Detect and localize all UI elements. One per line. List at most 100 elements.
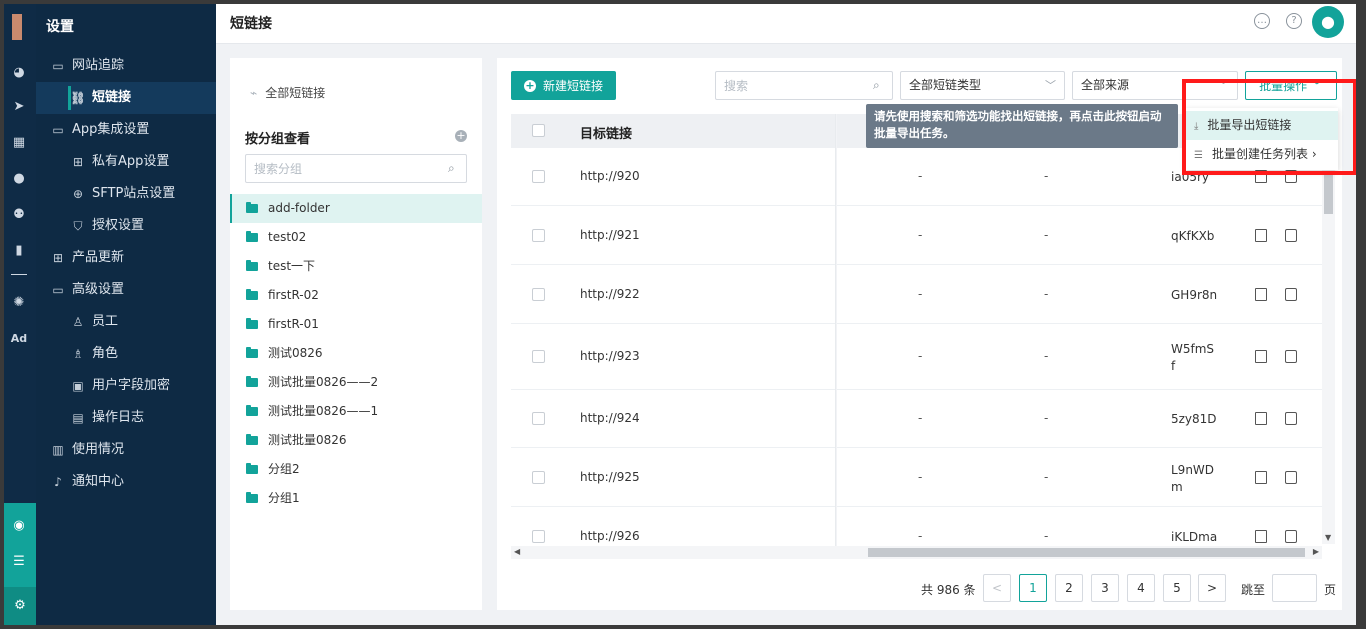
edit-icon[interactable] [1255, 471, 1267, 484]
vertical-scroll-thumb[interactable] [1324, 174, 1333, 214]
prev-page-button[interactable]: < [983, 574, 1011, 602]
page-button-4[interactable]: 4 [1127, 574, 1155, 602]
person-icon[interactable]: ● [10, 170, 28, 188]
bar-chart-icon[interactable]: ▮ [10, 242, 28, 260]
edit-icon[interactable] [1255, 229, 1267, 242]
horizontal-scroll-thumb[interactable] [868, 548, 1305, 557]
row-checkbox[interactable] [532, 229, 545, 242]
next-page-button[interactable]: > [1198, 574, 1226, 602]
folder-icon: ▭ [52, 283, 64, 297]
target-url: http://921 [580, 228, 640, 242]
copy-icon[interactable] [1285, 530, 1297, 543]
cell-value: - [1044, 529, 1049, 543]
row-checkbox[interactable] [532, 471, 545, 484]
row-checkbox[interactable] [532, 350, 545, 363]
copy-icon[interactable] [1285, 350, 1297, 363]
folder-item[interactable]: 分组2 [230, 455, 482, 484]
sidebar-item-10[interactable]: ▣ 用户字段加密 [36, 370, 216, 402]
goto-page-input[interactable] [1272, 574, 1317, 602]
folder-icon [246, 347, 258, 358]
horizontal-scrollbar[interactable]: ◀ ▶ [511, 546, 1322, 559]
sidebar-item-12[interactable]: ▥ 使用情况 [36, 434, 216, 466]
folder-item[interactable]: test一下 [230, 252, 482, 281]
edit-icon[interactable] [1255, 412, 1267, 425]
folder-item[interactable]: 测试批量0826——1 [230, 397, 482, 426]
vertical-scrollbar[interactable]: ▼ [1322, 114, 1335, 544]
folder-item[interactable]: 测试批量0826——2 [230, 368, 482, 397]
sidebar-item-13[interactable]: ♪ 通知中心 [36, 466, 216, 498]
sidebar-item-6[interactable]: ⊞ 产品更新 [36, 242, 216, 274]
app-grid-icon: ⊞ [72, 155, 84, 169]
folder-item[interactable]: 分组1 [230, 484, 482, 513]
users-icon[interactable]: ⚉ [10, 206, 28, 224]
row-checkbox[interactable] [532, 288, 545, 301]
goto-unit: 页 [1324, 583, 1337, 597]
log-icon: ▤ [72, 411, 84, 425]
chat-icon[interactable]: … [1254, 13, 1270, 29]
page-button-3[interactable]: 3 [1091, 574, 1119, 602]
scroll-down-arrow-icon[interactable]: ▼ [1325, 533, 1331, 542]
row-checkbox[interactable] [532, 412, 545, 425]
group-panel: ⌁ 全部短链接 按分组查看 + ⌕ add-folder test02 test一下 f… [230, 58, 482, 610]
copy-icon[interactable] [1285, 288, 1297, 301]
copy-icon[interactable] [1285, 471, 1297, 484]
scroll-right-arrow-icon[interactable]: ▶ [1313, 547, 1319, 556]
support-icon[interactable]: ◉ [10, 517, 28, 535]
sidebar-item-7[interactable]: ▭ 高级设置 [36, 274, 216, 306]
sidebar-item-8[interactable]: ♙ 员工 [36, 306, 216, 338]
sidebar-item-11[interactable]: ▤ 操作日志 [36, 402, 216, 434]
edit-icon[interactable] [1255, 530, 1267, 543]
avatar[interactable]: ● [1312, 6, 1344, 38]
row-checkbox[interactable] [532, 170, 545, 183]
sidebar-item-9[interactable]: ♗ 角色 [36, 338, 216, 370]
folder-item[interactable]: 测试0826 [230, 339, 482, 368]
edit-icon[interactable] [1255, 350, 1267, 363]
all-links-item[interactable]: ⌁ 全部短链接 [250, 84, 325, 101]
sidebar-item-3[interactable]: ⊞ 私有App设置 [36, 146, 216, 178]
table-row: http://925 - - L9nWD m [511, 448, 1322, 507]
cell-value: - [918, 228, 923, 242]
folder-item[interactable]: firstR-01 [230, 310, 482, 339]
folder-item[interactable]: test02 [230, 223, 482, 252]
new-short-link-button[interactable]: + 新建短链接 [511, 71, 616, 100]
bell-icon: ♪ [54, 475, 62, 489]
page-title: 短链接 [230, 16, 272, 32]
group-search-input[interactable] [245, 154, 467, 183]
role-icon: ♗ [72, 347, 84, 361]
page-button-5[interactable]: 5 [1163, 574, 1191, 602]
type-select[interactable]: 全部短链类型 ﹀ [900, 71, 1065, 100]
row-checkbox[interactable] [532, 530, 545, 543]
folder-item[interactable]: 测试批量0826 [230, 426, 482, 455]
folder-item[interactable]: add-folder [230, 194, 482, 223]
wechat-icon[interactable]: ✺ [10, 294, 28, 312]
copy-icon[interactable] [1285, 412, 1297, 425]
cell-value: - [918, 529, 923, 543]
dashboard-icon[interactable]: ◕ [10, 64, 28, 82]
search-input[interactable] [715, 71, 893, 100]
page-button-2[interactable]: 2 [1055, 574, 1083, 602]
edit-icon[interactable] [1255, 288, 1267, 301]
sidebar-item-0[interactable]: ▭ 网站追踪 [36, 50, 216, 82]
new-short-link-label: 新建短链接 [542, 79, 603, 93]
sidebar-item-5[interactable]: ⛉ 授权设置 [36, 210, 216, 242]
page-button-1[interactable]: 1 [1019, 574, 1047, 602]
sidebar-item-label: 短链接 [92, 90, 132, 105]
sidebar-item-2[interactable]: ▭ App集成设置 [36, 114, 216, 146]
target-url: http://925 [580, 470, 640, 484]
sidebar-item-1[interactable]: ⛓ 短链接 [36, 82, 216, 114]
folder-icon: ▭ [52, 123, 64, 137]
cell-value: - [918, 287, 923, 301]
send-icon[interactable]: ➤ [10, 98, 28, 116]
help-icon[interactable]: ? [1286, 13, 1302, 29]
ad-icon[interactable]: Ad [10, 330, 28, 348]
scroll-left-arrow-icon[interactable]: ◀ [514, 547, 520, 556]
copy-icon[interactable] [1285, 229, 1297, 242]
server-icon[interactable]: ☰ [10, 553, 28, 571]
type-select-value: 全部短链类型 [909, 78, 982, 92]
folder-item[interactable]: firstR-02 [230, 281, 482, 310]
layout-icon[interactable]: ▦ [10, 134, 28, 152]
add-group-icon[interactable]: + [455, 130, 467, 142]
settings-gear-icon[interactable]: ⚙ [4, 587, 36, 625]
select-all-checkbox[interactable] [532, 124, 545, 137]
sidebar-item-4[interactable]: ⊕ SFTP站点设置 [36, 178, 216, 210]
